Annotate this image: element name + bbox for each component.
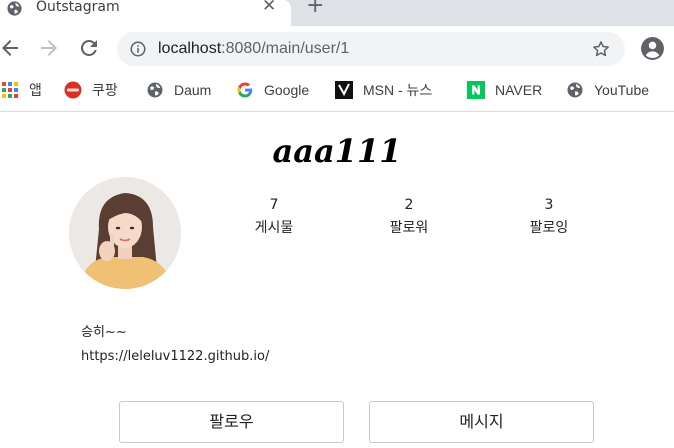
bookmark-coupang[interactable]: 쿠팡 — [64, 80, 118, 100]
bookmark-naver[interactable]: NAVER — [467, 80, 542, 100]
new-tab-button[interactable]: + — [306, 0, 324, 17]
bookmark-label: 앱 — [29, 82, 42, 98]
forward-arrow-icon[interactable] — [37, 36, 61, 60]
back-arrow-icon[interactable] — [0, 36, 22, 60]
avatar-photo — [69, 177, 181, 289]
message-button[interactable]: 메시지 — [369, 401, 594, 443]
bookmark-label: Daum — [174, 82, 212, 98]
google-icon — [237, 82, 253, 98]
bookmark-star-icon[interactable] — [591, 39, 611, 59]
address-bar[interactable]: localhost:8080/main/user/1 — [117, 32, 625, 66]
url-text[interactable]: localhost:8080/main/user/1 — [158, 40, 349, 58]
profile-username: aaa111 — [272, 132, 402, 170]
browser-tab[interactable]: Outstagram ✕ — [0, 0, 291, 26]
msn-icon — [335, 81, 353, 99]
browser-toolbar: localhost:8080/main/user/1 — [0, 26, 674, 70]
bookmark-label: NAVER — [495, 82, 543, 98]
bookmark-label: YouTube — [594, 82, 650, 98]
tab-title: Outstagram — [36, 0, 120, 15]
stat-posts-label: 게시물 — [254, 220, 294, 236]
bookmark-label: MSN - 뉴스 — [363, 82, 433, 98]
stat-following[interactable]: 3 팔로잉 — [504, 196, 594, 237]
bookmark-google[interactable]: Google — [236, 80, 309, 100]
bookmark-msn[interactable]: MSN - 뉴스 — [335, 80, 432, 100]
bookmark-youtube[interactable]: YouTube — [566, 80, 649, 100]
avatar[interactable] — [69, 177, 181, 289]
stat-posts: 7 게시물 — [229, 196, 319, 237]
bookmark-daum[interactable]: Daum — [146, 80, 211, 100]
stat-posts-count: 7 — [269, 197, 279, 213]
coupang-icon — [64, 81, 82, 99]
apps-grid-icon — [2, 82, 18, 98]
tab-close-icon[interactable]: ✕ — [262, 0, 276, 15]
stat-following-count: 3 — [544, 197, 554, 213]
url-host: localhost — [158, 40, 222, 57]
bookmark-label: Google — [264, 82, 310, 98]
bookmark-label: 쿠팡 — [92, 82, 118, 98]
stat-followers-label: 팔로워 — [389, 220, 429, 236]
account-icon[interactable] — [640, 36, 665, 61]
info-icon[interactable] — [129, 40, 147, 58]
stat-followers-count: 2 — [404, 197, 414, 213]
bookmark-apps[interactable]: 앱 — [1, 80, 42, 100]
globe-icon — [7, 1, 22, 16]
stat-following-label: 팔로잉 — [529, 220, 569, 236]
tab-strip: Outstagram ✕ + — [0, 0, 674, 26]
reload-icon[interactable] — [77, 36, 101, 60]
naver-icon — [467, 81, 485, 99]
globe-icon — [567, 82, 583, 98]
globe-icon — [147, 82, 163, 98]
stat-followers[interactable]: 2 팔로워 — [364, 196, 454, 237]
bio-name: 승히~~ — [81, 325, 127, 340]
bio-link[interactable]: https://leleluv1122.github.io/ — [81, 345, 269, 369]
profile-bio: 승히~~ https://leleluv1122.github.io/ — [81, 321, 269, 369]
url-path: :8080/main/user/1 — [221, 40, 350, 57]
follow-button[interactable]: 팔로우 — [119, 401, 344, 443]
bookmarks-bar: 앱 쿠팡 Daum Google MSN - 뉴스 NAVER YouTube — [0, 70, 674, 112]
